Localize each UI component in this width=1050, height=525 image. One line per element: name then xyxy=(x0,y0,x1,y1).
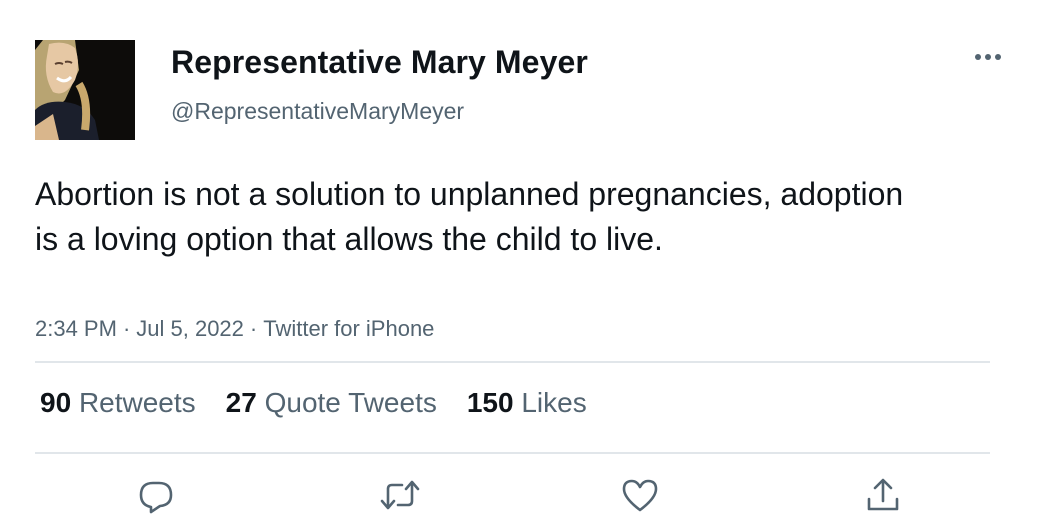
user-handle[interactable]: @RepresentativeMaryMeyer xyxy=(171,98,464,125)
likes-label: Likes xyxy=(521,387,587,418)
heart-icon xyxy=(622,479,658,512)
tweet-card: Representative Mary Meyer @Representativ… xyxy=(0,0,1050,525)
meta-separator: · xyxy=(249,316,258,341)
divider xyxy=(35,452,990,454)
more-horizontal-icon xyxy=(975,54,1001,60)
tweet-time-link[interactable]: 2:34 PM xyxy=(35,316,117,341)
likes-count: 150 xyxy=(466,387,514,418)
retweets-label: Retweets xyxy=(78,387,196,418)
reply-icon xyxy=(139,481,173,514)
quote-tweets-count: 27 xyxy=(225,387,257,418)
quote-tweets-label: Quote Tweets xyxy=(264,387,437,418)
avatar-photo xyxy=(35,40,135,140)
share-button[interactable] xyxy=(858,470,908,520)
tweet-metadata: 2:34 PM · Jul 5, 2022 · Twitter for iPhone xyxy=(35,316,434,342)
tweet-text: Abortion is not a solution to unplanned … xyxy=(35,176,904,257)
retweets-count: 90 xyxy=(40,387,72,418)
retweets-stat[interactable]: 90 Retweets xyxy=(40,387,196,419)
engagement-stats: 90 Retweets 27 Quote Tweets 150 Likes xyxy=(40,387,617,419)
tweet-date-link[interactable]: Jul 5, 2022 xyxy=(136,316,244,341)
like-button[interactable] xyxy=(615,470,665,520)
reply-button[interactable] xyxy=(131,470,181,520)
meta-separator: · xyxy=(122,316,131,341)
divider xyxy=(35,361,990,363)
likes-stat[interactable]: 150 Likes xyxy=(467,387,587,419)
display-name[interactable]: Representative Mary Meyer xyxy=(171,44,588,81)
retweet-icon xyxy=(380,480,420,510)
share-icon xyxy=(867,478,899,511)
tweet-actions xyxy=(0,470,1050,520)
tweet-source-link[interactable]: Twitter for iPhone xyxy=(263,316,434,341)
avatar[interactable] xyxy=(35,40,135,140)
more-options-button[interactable] xyxy=(966,42,1010,72)
quote-tweets-stat[interactable]: 27 Quote Tweets xyxy=(226,387,437,419)
retweet-button[interactable] xyxy=(375,470,425,520)
